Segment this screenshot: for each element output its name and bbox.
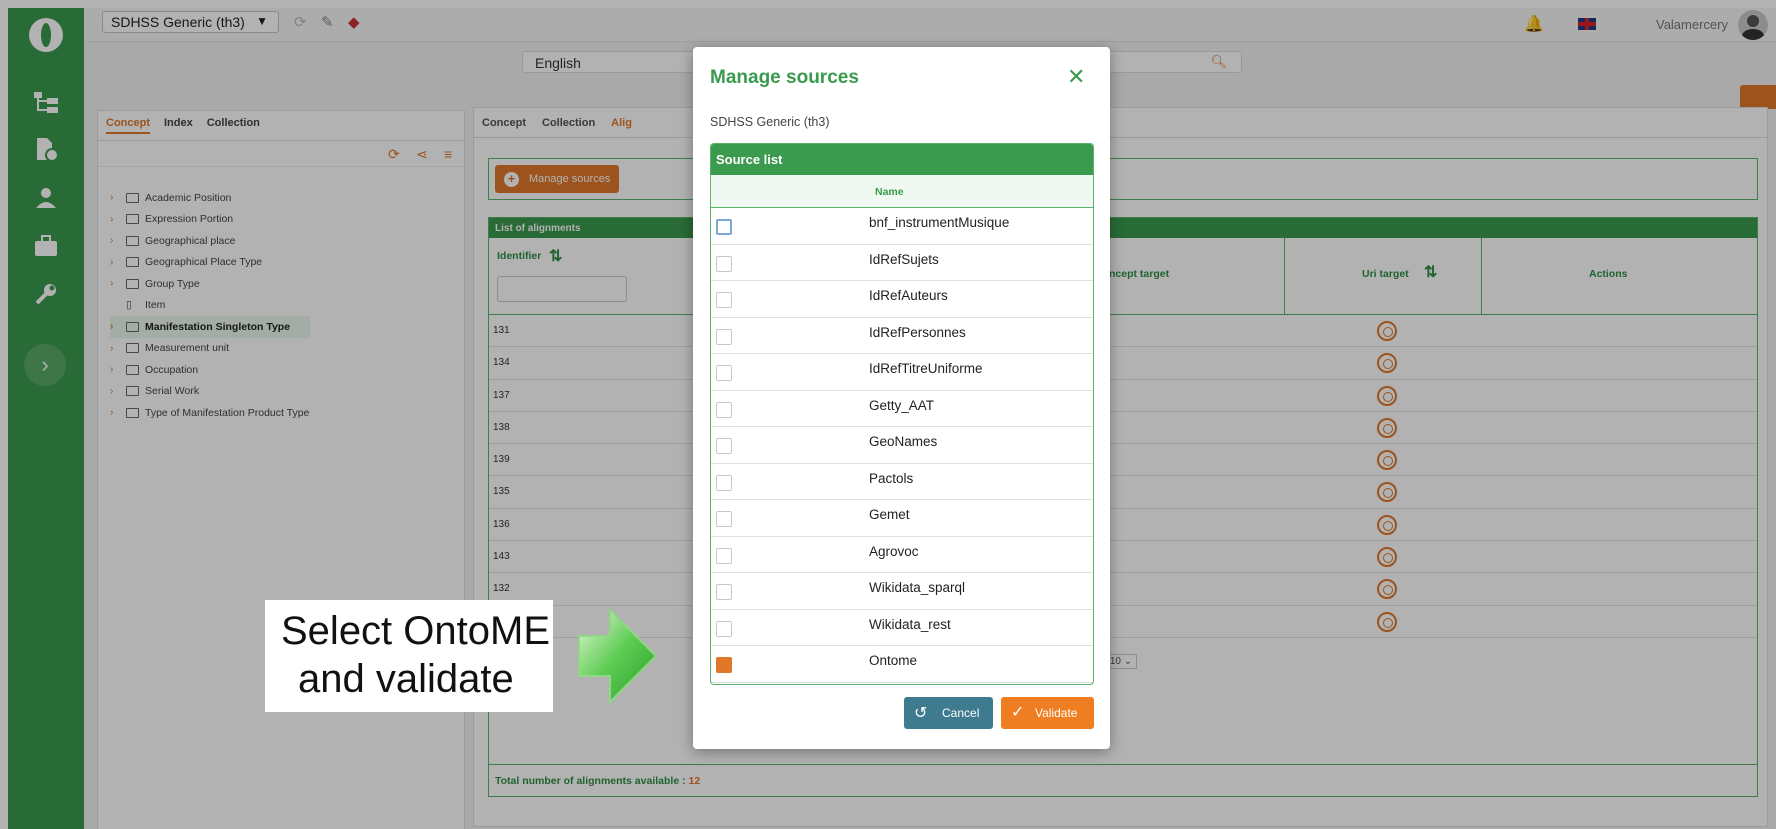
source-checkbox[interactable]	[716, 328, 732, 345]
source-checkbox[interactable]	[716, 620, 732, 637]
source-row: IdRefSujets	[711, 245, 1093, 281]
source-row: Wikidata_rest	[711, 610, 1093, 646]
source-row: GeoNames	[711, 427, 1093, 464]
source-checkbox[interactable]	[716, 401, 732, 418]
undo-icon: ↺	[914, 705, 928, 722]
check-icon: ✓	[1011, 704, 1025, 721]
manage-sources-modal: Manage sources ✕ SDHSS Generic (th3) Sou…	[693, 47, 1110, 749]
tutorial-callout: Select OntoME and validate	[265, 600, 553, 712]
callout-line-2: and validate	[298, 657, 514, 701]
source-row: Pactols	[711, 464, 1093, 500]
source-row: IdRefAuteurs	[711, 281, 1093, 318]
source-list-title: Source list	[711, 144, 1093, 175]
source-row-ontome: Ontome	[711, 646, 1093, 683]
source-list: Source list Name bnf_instrumentMusique I…	[710, 143, 1094, 685]
source-checkbox[interactable]	[716, 365, 732, 381]
source-row: Gemet	[711, 500, 1093, 537]
modal-subtitle: SDHSS Generic (th3)	[710, 115, 830, 129]
source-checkbox[interactable]	[716, 511, 732, 527]
source-checkbox[interactable]	[716, 292, 732, 308]
source-checkbox[interactable]	[716, 255, 732, 272]
source-row: Wikidata_sparql	[711, 573, 1093, 610]
source-list-header: Name	[711, 175, 1093, 208]
source-row: IdRefPersonnes	[711, 318, 1093, 354]
source-checkbox[interactable]	[716, 474, 732, 491]
pointer-arrow-icon	[578, 607, 658, 705]
cancel-button[interactable]: ↺ Cancel	[904, 697, 993, 729]
source-row: IdRefTitreUniforme	[711, 354, 1093, 391]
source-checkbox[interactable]	[716, 584, 732, 600]
source-checkbox[interactable]	[716, 547, 732, 564]
validate-button[interactable]: ✓ Validate	[1001, 697, 1094, 729]
source-row: Getty_AAT	[711, 391, 1093, 427]
callout-line-1: Select OntoME	[281, 609, 551, 653]
source-row: Agrovoc	[711, 537, 1093, 573]
source-checkbox[interactable]	[716, 219, 732, 235]
source-checkbox-checked[interactable]	[716, 657, 732, 673]
source-row: bnf_instrumentMusique	[711, 208, 1093, 245]
modal-title: Manage sources	[710, 67, 859, 88]
close-icon[interactable]: ✕	[1067, 64, 1085, 90]
col-name: Name	[875, 186, 904, 198]
source-checkbox[interactable]	[716, 438, 732, 454]
